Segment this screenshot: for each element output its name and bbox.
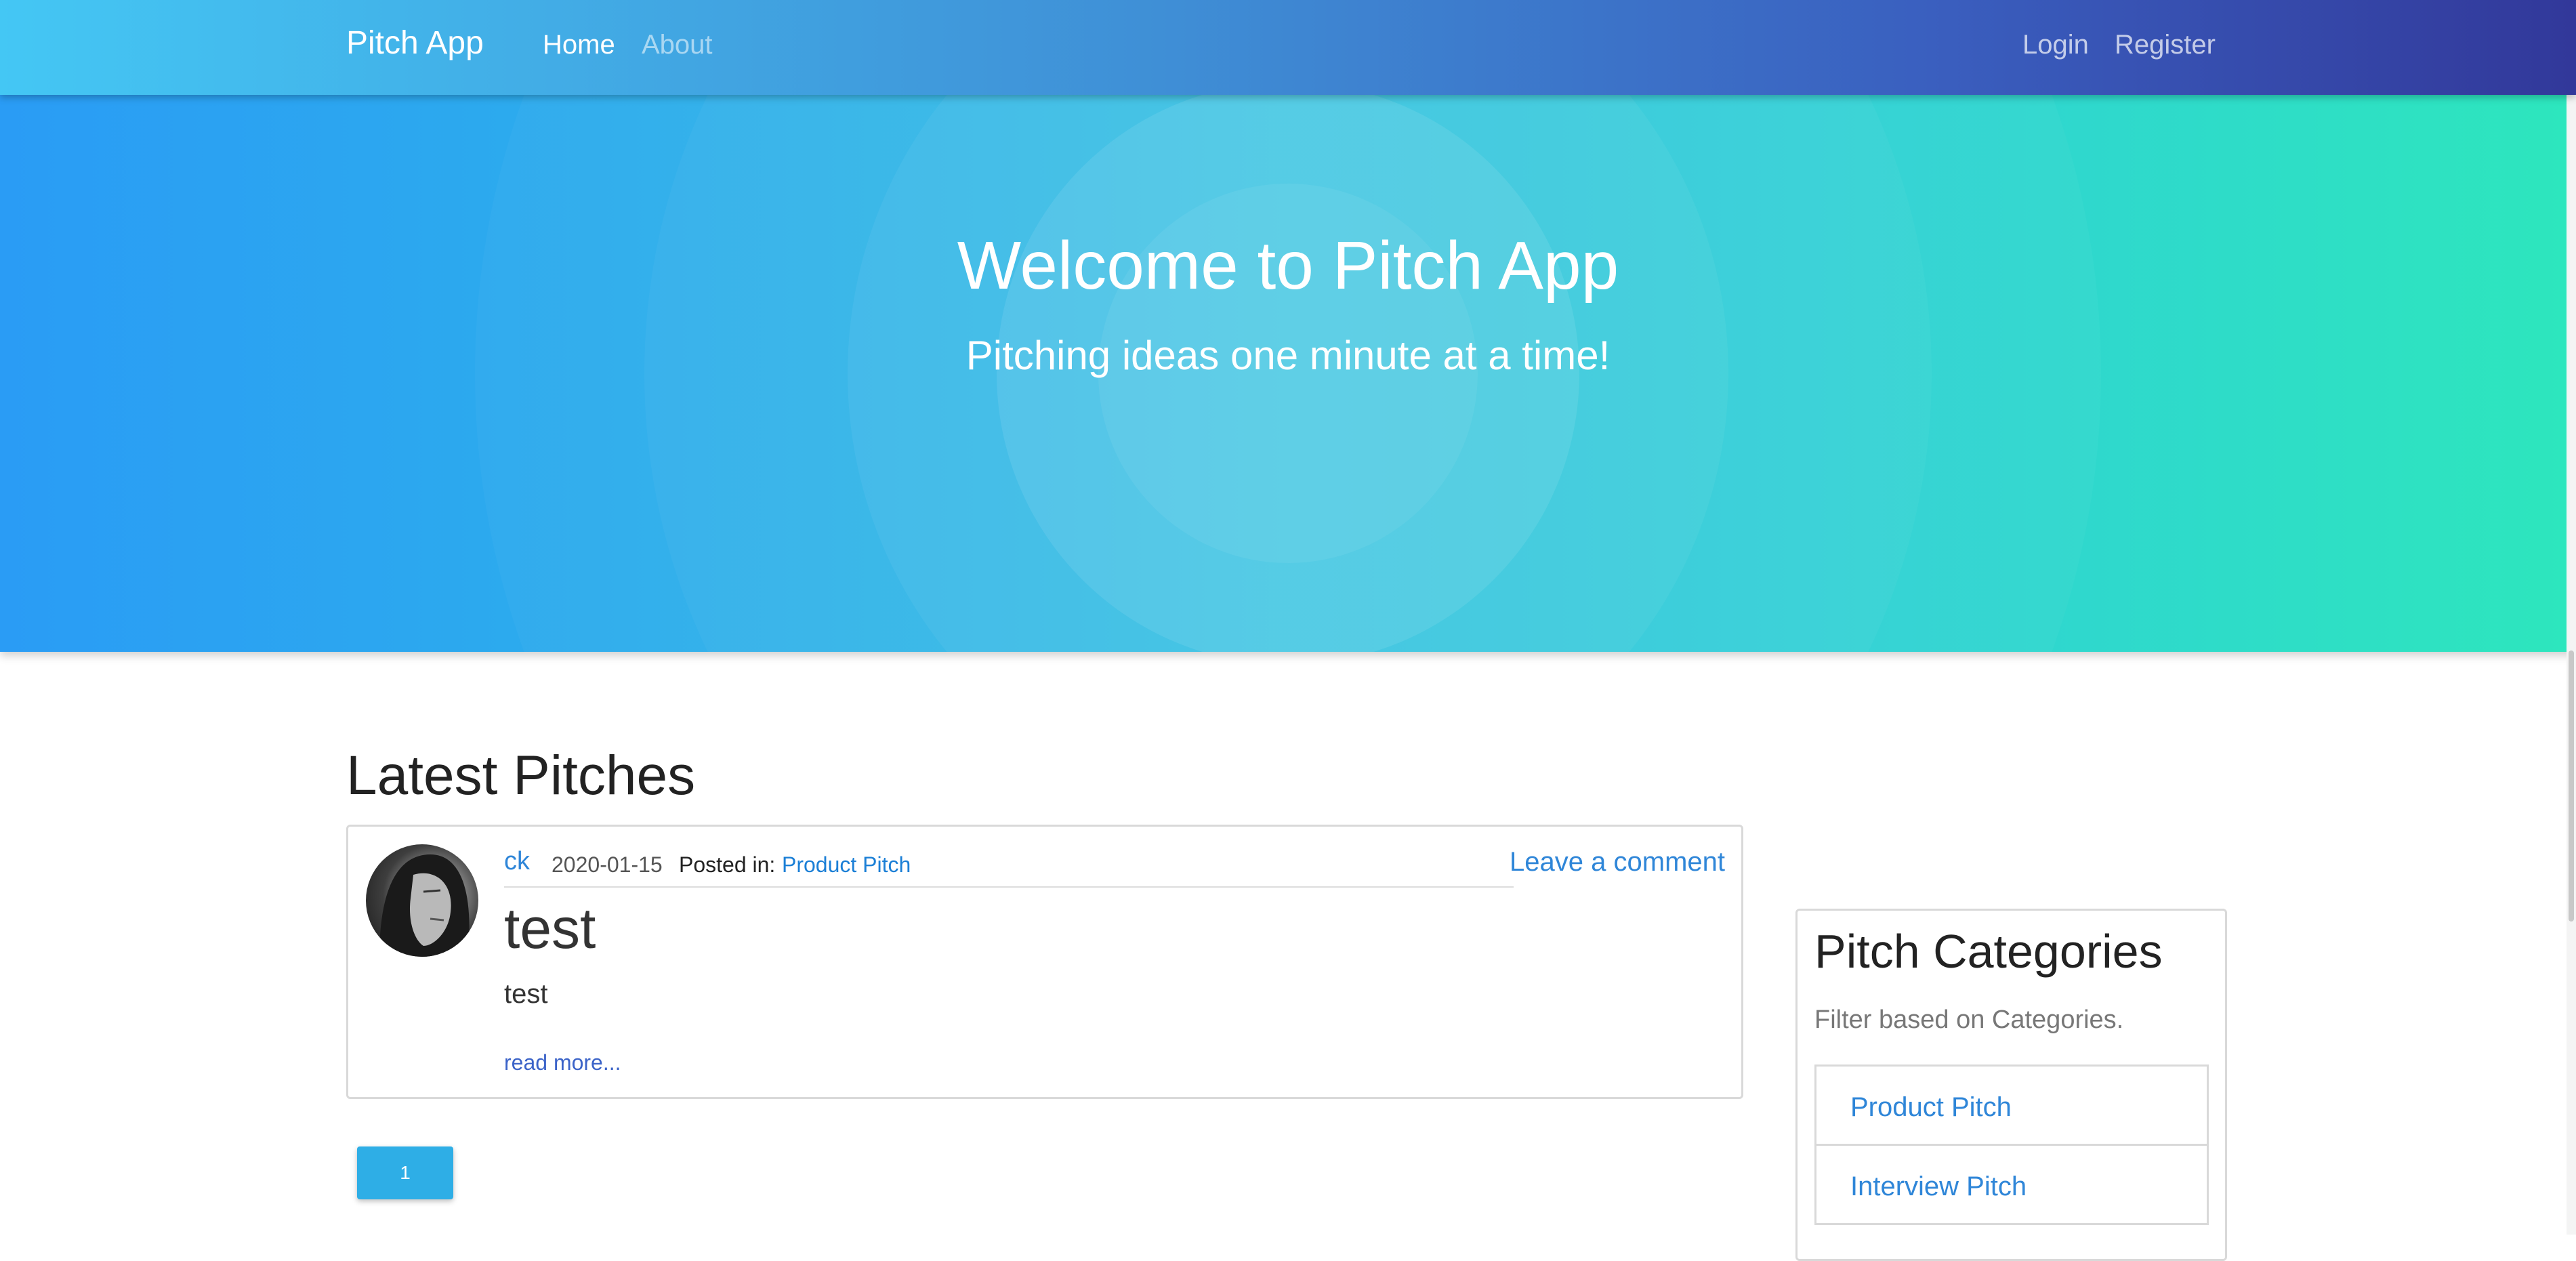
- category-label: Product Pitch: [1850, 1092, 2012, 1122]
- nav-about-link[interactable]: About: [642, 30, 713, 60]
- pitch-body: test: [504, 979, 548, 1009]
- posted-in-label: Posted in:: [679, 852, 776, 877]
- brand-link[interactable]: Pitch App: [346, 24, 484, 62]
- categories-heading: Pitch Categories: [1814, 925, 2163, 978]
- scrollbar-thumb[interactable]: [2569, 650, 2574, 922]
- hero-subtitle: Pitching ideas one minute at a time!: [965, 333, 1611, 378]
- category-item-product-pitch[interactable]: Product Pitch: [1814, 1064, 2209, 1146]
- top-navbar: Pitch App Home About Login Register: [0, 0, 2576, 95]
- pitch-date: 2020-01-15: [552, 852, 663, 877]
- nav-home-link[interactable]: Home: [543, 30, 615, 60]
- read-more-link[interactable]: read more...: [504, 1050, 621, 1075]
- pitch-card: ck 2020-01-15 Posted in: Product Pitch L…: [346, 825, 1743, 1099]
- categories-subtitle: Filter based on Categories.: [1814, 1006, 2124, 1034]
- meta-divider: [504, 886, 1514, 888]
- pitch-author-link[interactable]: ck: [504, 847, 530, 876]
- pitch-category-link[interactable]: Product Pitch: [782, 852, 911, 877]
- categories-panel: Pitch Categories Filter based on Categor…: [1795, 909, 2227, 1261]
- hero-title: Welcome to Pitch App: [957, 228, 1619, 304]
- nav-login-link[interactable]: Login: [2022, 30, 2089, 60]
- hero-banner: Welcome to Pitch App Pitching ideas one …: [0, 95, 2576, 652]
- avatar-portrait-icon: [379, 854, 470, 957]
- pagination-page-button[interactable]: 1: [357, 1146, 453, 1199]
- nav-register-link[interactable]: Register: [2115, 30, 2216, 60]
- leave-comment-link[interactable]: Leave a comment: [1510, 847, 1725, 877]
- pitch-title: test: [504, 896, 596, 960]
- category-item-interview-pitch[interactable]: Interview Pitch: [1814, 1144, 2209, 1225]
- categories-list: Product Pitch Interview Pitch: [1814, 1064, 2209, 1225]
- author-avatar: [366, 844, 478, 957]
- category-label: Interview Pitch: [1850, 1172, 2027, 1201]
- latest-pitches-heading: Latest Pitches: [346, 745, 696, 806]
